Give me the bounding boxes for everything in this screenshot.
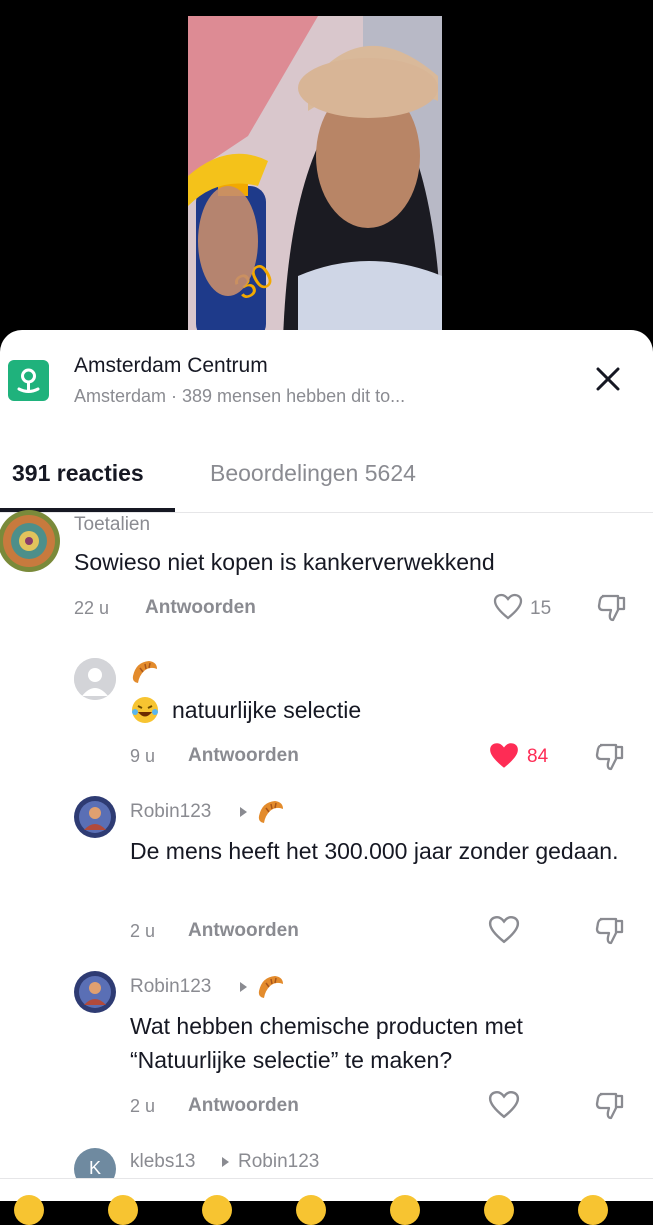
- reply-arrow-icon: [237, 980, 249, 994]
- location-title[interactable]: Amsterdam Centrum: [74, 354, 268, 378]
- reply-to-username[interactable]: Robin123: [238, 1151, 319, 1173]
- comment-username[interactable]: Robin123: [130, 976, 211, 998]
- tab-bar: 391 reacties Beoordelingen 5624: [0, 440, 653, 513]
- heart-icon[interactable]: [488, 1089, 520, 1121]
- tab-reviews[interactable]: Beoordelingen 5624: [210, 460, 416, 487]
- tab-comments[interactable]: 391 reacties: [12, 460, 144, 487]
- comment-text: Sowieso niet kopen is kankerverwekkend: [74, 549, 495, 575]
- comment-text: natuurlijke selectie: [172, 697, 362, 723]
- emoji-reaction-bar: [0, 1178, 653, 1225]
- avatar-letter: K: [88, 1158, 101, 1178]
- heart-icon[interactable]: [488, 914, 520, 946]
- avatar[interactable]: [74, 971, 116, 1013]
- avatar[interactable]: [0, 510, 60, 572]
- comments-sheet: Amsterdam Centrum Amsterdam · 389 mensen…: [0, 330, 653, 1200]
- comment-item: natuurlijke selectie 9 u Antwoorden 84: [0, 648, 653, 788]
- reply-button[interactable]: Antwoorden: [188, 1095, 299, 1117]
- comment-text: De mens heeft het 300.000 jaar zonder ge…: [130, 838, 619, 864]
- croissant-icon: [256, 971, 286, 1001]
- comment-text: Wat hebben chemische producten met “Natu…: [130, 1013, 523, 1073]
- croissant-icon: [130, 656, 160, 686]
- close-icon[interactable]: [591, 362, 625, 396]
- video-player[interactable]: 30: [0, 0, 653, 340]
- comment-time: 22 u: [74, 598, 110, 618]
- comment-item: Robin123 Wat hebben chemische producten …: [0, 967, 653, 1137]
- comment-item: Toetalien Sowieso niet kopen is kankerve…: [0, 506, 653, 626]
- video-frame: 30: [188, 16, 442, 340]
- reply-arrow-icon: [237, 805, 249, 819]
- comment-item: Robin123 De mens heeft het 300.000 jaar …: [0, 792, 653, 962]
- heart-filled-icon[interactable]: [488, 740, 520, 772]
- comment-item: K klebs13 Robin123: [0, 1142, 653, 1190]
- location-header[interactable]: Amsterdam Centrum Amsterdam · 389 mensen…: [0, 330, 653, 430]
- croissant-icon: [256, 796, 286, 826]
- dislike-icon[interactable]: [594, 741, 626, 773]
- like-count: 84: [527, 746, 549, 767]
- reply-button[interactable]: Antwoorden: [145, 597, 256, 619]
- location-pin-icon: [8, 360, 49, 401]
- comment-username[interactable]: klebs13: [130, 1151, 196, 1173]
- heart-icon[interactable]: [493, 592, 523, 622]
- dislike-icon[interactable]: [594, 915, 626, 947]
- dislike-icon[interactable]: [594, 1090, 626, 1122]
- reply-arrow-icon: [219, 1155, 231, 1169]
- location-subtitle: Amsterdam · 389 mensen hebben dit to...: [74, 386, 406, 406]
- dislike-icon[interactable]: [596, 592, 628, 624]
- avatar[interactable]: [74, 658, 116, 700]
- comment-username[interactable]: Toetalien: [74, 514, 150, 536]
- reply-button[interactable]: Antwoorden: [188, 745, 299, 767]
- comment-time: 9 u: [130, 746, 156, 766]
- comment-username[interactable]: Robin123: [130, 801, 211, 823]
- reply-button[interactable]: Antwoorden: [188, 920, 299, 942]
- laughing-emoji-icon: [130, 695, 160, 725]
- comment-time: 2 u: [130, 921, 156, 941]
- video-still-image: 30: [188, 16, 442, 340]
- like-count: 15: [530, 598, 552, 619]
- avatar[interactable]: [74, 796, 116, 838]
- comment-time: 2 u: [130, 1096, 156, 1116]
